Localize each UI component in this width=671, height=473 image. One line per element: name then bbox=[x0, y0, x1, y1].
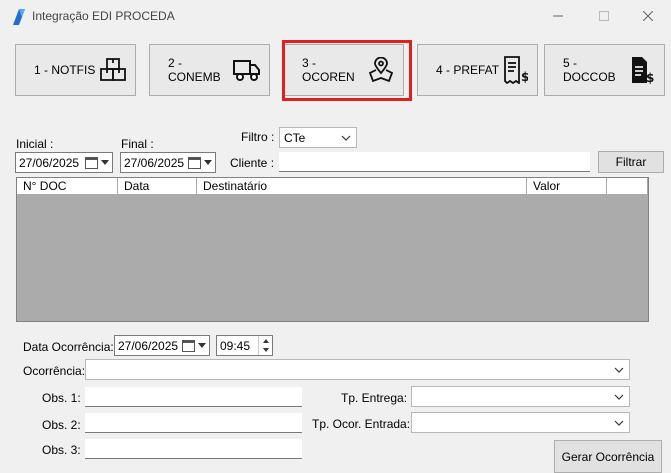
hora-ocorrencia-spinner[interactable]: 09:45 bbox=[216, 335, 273, 356]
ocoren-button[interactable]: 3 - OCOREN bbox=[283, 44, 404, 96]
doccob-label: 5 - DOCCOB bbox=[563, 56, 616, 84]
prefat-label: 4 - PREFAT bbox=[436, 63, 500, 77]
cliente-label: Cliente : bbox=[230, 156, 275, 170]
column-header-extra[interactable] bbox=[607, 178, 648, 195]
maximize-icon bbox=[599, 11, 609, 21]
window-title: Integração EDI PROCEDA bbox=[32, 9, 175, 23]
close-icon bbox=[643, 11, 653, 21]
calendar-icon[interactable] bbox=[188, 156, 201, 169]
prefat-button[interactable]: 4 - PREFAT $ bbox=[417, 44, 538, 96]
final-label: Final : bbox=[121, 137, 154, 151]
notfis-label: 1 - NOTFIS bbox=[34, 63, 96, 77]
inicial-date-value: 27/06/2025 bbox=[19, 155, 80, 170]
inicial-label: Inicial : bbox=[16, 137, 54, 151]
data-ocorrencia-label: Data Ocorrência: bbox=[23, 340, 114, 354]
final-date-value: 27/06/2025 bbox=[124, 155, 185, 170]
spinner-buttons bbox=[258, 336, 272, 355]
ocorrencia-label: Ocorrência: bbox=[23, 364, 86, 378]
ocoren-label: 3 - OCOREN bbox=[302, 56, 355, 84]
grid-header: N° DOC Data Destinatário Valor bbox=[17, 178, 648, 195]
close-button[interactable] bbox=[625, 4, 671, 28]
column-header-data[interactable]: Data bbox=[118, 178, 197, 195]
billing-doc-icon: $ bbox=[628, 56, 656, 84]
title-bar: Integração EDI PROCEDA bbox=[0, 0, 671, 32]
chevron-down-icon bbox=[614, 367, 624, 373]
column-header-ndoc[interactable]: N° DOC bbox=[17, 178, 118, 195]
calendar-icon[interactable] bbox=[85, 156, 98, 169]
obs2-input[interactable] bbox=[85, 413, 302, 433]
hora-ocorrencia-value: 09:45 bbox=[220, 338, 251, 353]
tp-ocor-entrada-label: Tp. Ocor. Entrada: bbox=[312, 417, 411, 431]
obs1-label: Obs. 1: bbox=[42, 391, 81, 405]
chevron-down-icon[interactable] bbox=[203, 160, 213, 165]
filtro-select[interactable]: CTe bbox=[279, 127, 357, 148]
gerar-ocorrencia-button[interactable]: Gerar Ocorrência bbox=[554, 440, 662, 473]
minimize-button[interactable] bbox=[535, 4, 581, 28]
tp-entrega-select[interactable] bbox=[411, 386, 630, 407]
app-logo-icon bbox=[13, 9, 25, 25]
obs3-label: Obs. 3: bbox=[42, 443, 81, 457]
arrow-up-icon bbox=[262, 338, 269, 343]
tp-ocor-entrada-select[interactable] bbox=[411, 412, 630, 433]
truck-icon bbox=[233, 56, 261, 84]
notfis-button[interactable]: 1 - NOTFIS bbox=[15, 44, 136, 96]
documents-grid[interactable]: N° DOC Data Destinatário Valor bbox=[16, 177, 649, 322]
chevron-down-icon bbox=[614, 420, 624, 426]
spin-down-button[interactable] bbox=[259, 346, 272, 356]
final-date-picker[interactable]: 27/06/2025 bbox=[120, 152, 216, 173]
column-header-valor[interactable]: Valor bbox=[527, 178, 607, 195]
column-header-destinatario[interactable]: Destinatário bbox=[197, 178, 527, 195]
minimize-icon bbox=[553, 15, 563, 17]
chevron-down-icon bbox=[614, 394, 624, 400]
tp-entrega-label: Tp. Entrega: bbox=[341, 391, 408, 405]
filtrar-button[interactable]: Filtrar bbox=[598, 151, 664, 173]
chevron-down-icon[interactable] bbox=[197, 343, 207, 348]
filtro-label: Filtro : bbox=[241, 130, 275, 144]
filtro-value: CTe bbox=[284, 130, 306, 145]
conemb-label: 2 - CONEMB bbox=[168, 56, 221, 84]
inicial-date-picker[interactable]: 27/06/2025 bbox=[15, 152, 113, 173]
svg-text:$: $ bbox=[646, 71, 654, 84]
obs1-input[interactable] bbox=[85, 387, 302, 407]
svg-text:$: $ bbox=[521, 70, 528, 84]
ocorrencia-select[interactable] bbox=[85, 359, 630, 380]
spin-up-button[interactable] bbox=[259, 336, 272, 346]
data-ocorrencia-date-picker[interactable]: 27/06/2025 bbox=[114, 335, 210, 356]
calendar-icon[interactable] bbox=[182, 339, 195, 352]
obs2-label: Obs. 2: bbox=[42, 418, 81, 432]
doccob-button[interactable]: 5 - DOCCOB $ bbox=[544, 44, 665, 96]
boxes-icon bbox=[99, 56, 127, 84]
conemb-button[interactable]: 2 - CONEMB bbox=[149, 44, 270, 96]
cliente-input[interactable] bbox=[279, 152, 590, 172]
map-pin-icon bbox=[367, 56, 395, 84]
maximize-button[interactable] bbox=[581, 4, 627, 28]
data-ocorrencia-value: 27/06/2025 bbox=[118, 338, 179, 353]
chevron-down-icon[interactable] bbox=[100, 160, 110, 165]
chevron-down-icon bbox=[341, 135, 351, 141]
invoice-icon: $ bbox=[501, 56, 529, 84]
obs3-input[interactable] bbox=[85, 439, 302, 459]
arrow-down-icon bbox=[262, 348, 269, 353]
